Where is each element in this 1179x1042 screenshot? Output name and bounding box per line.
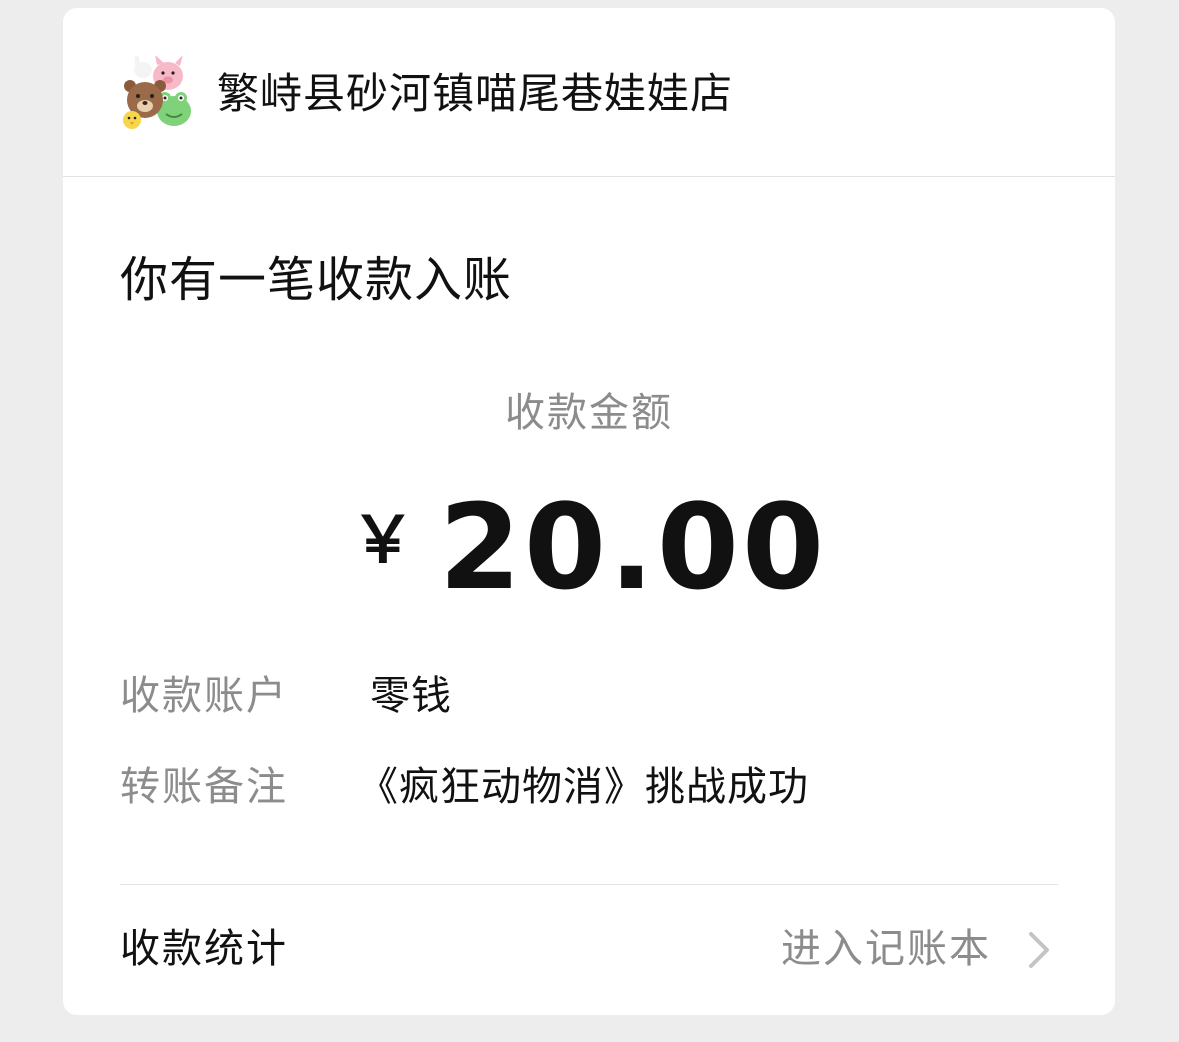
plush-toys-avatar-icon xyxy=(123,56,191,129)
detail-row-remark: 转账备注 《疯狂动物消》挑战成功 xyxy=(120,760,809,814)
payment-stats-label: 收款统计 xyxy=(120,926,288,972)
detail-row-account: 收款账户 零钱 xyxy=(120,669,452,723)
detail-label-remark: 转账备注 xyxy=(120,764,288,810)
merchant-name: 繁峙县砂河镇喵尾巷娃娃店 xyxy=(217,69,734,118)
chevron-right-icon[interactable] xyxy=(1025,930,1053,970)
amount-value: 20.00 xyxy=(438,478,828,616)
amount-display: ￥ 20.00 xyxy=(63,478,1115,616)
open-ledger-link[interactable]: 进入记账本 xyxy=(781,922,991,976)
currency-symbol: ￥ xyxy=(350,504,415,578)
amount-label: 收款金额 xyxy=(505,390,673,436)
payment-stats-row[interactable]: 收款统计 进入记账本 xyxy=(63,885,1115,1015)
merchant-header[interactable]: 繁峙县砂河镇喵尾巷娃娃店 xyxy=(63,8,1115,177)
notice-title: 你有一笔收款入账 xyxy=(120,252,513,308)
detail-value-remark: 《疯狂动物消》挑战成功 xyxy=(358,764,809,810)
detail-label-account: 收款账户 xyxy=(120,673,288,719)
payment-notification-card: 繁峙县砂河镇喵尾巷娃娃店 你有一笔收款入账 收款金额 ￥ 20.00 收款账户 零钱… xyxy=(63,8,1115,1015)
detail-value-account: 零钱 xyxy=(370,673,452,719)
